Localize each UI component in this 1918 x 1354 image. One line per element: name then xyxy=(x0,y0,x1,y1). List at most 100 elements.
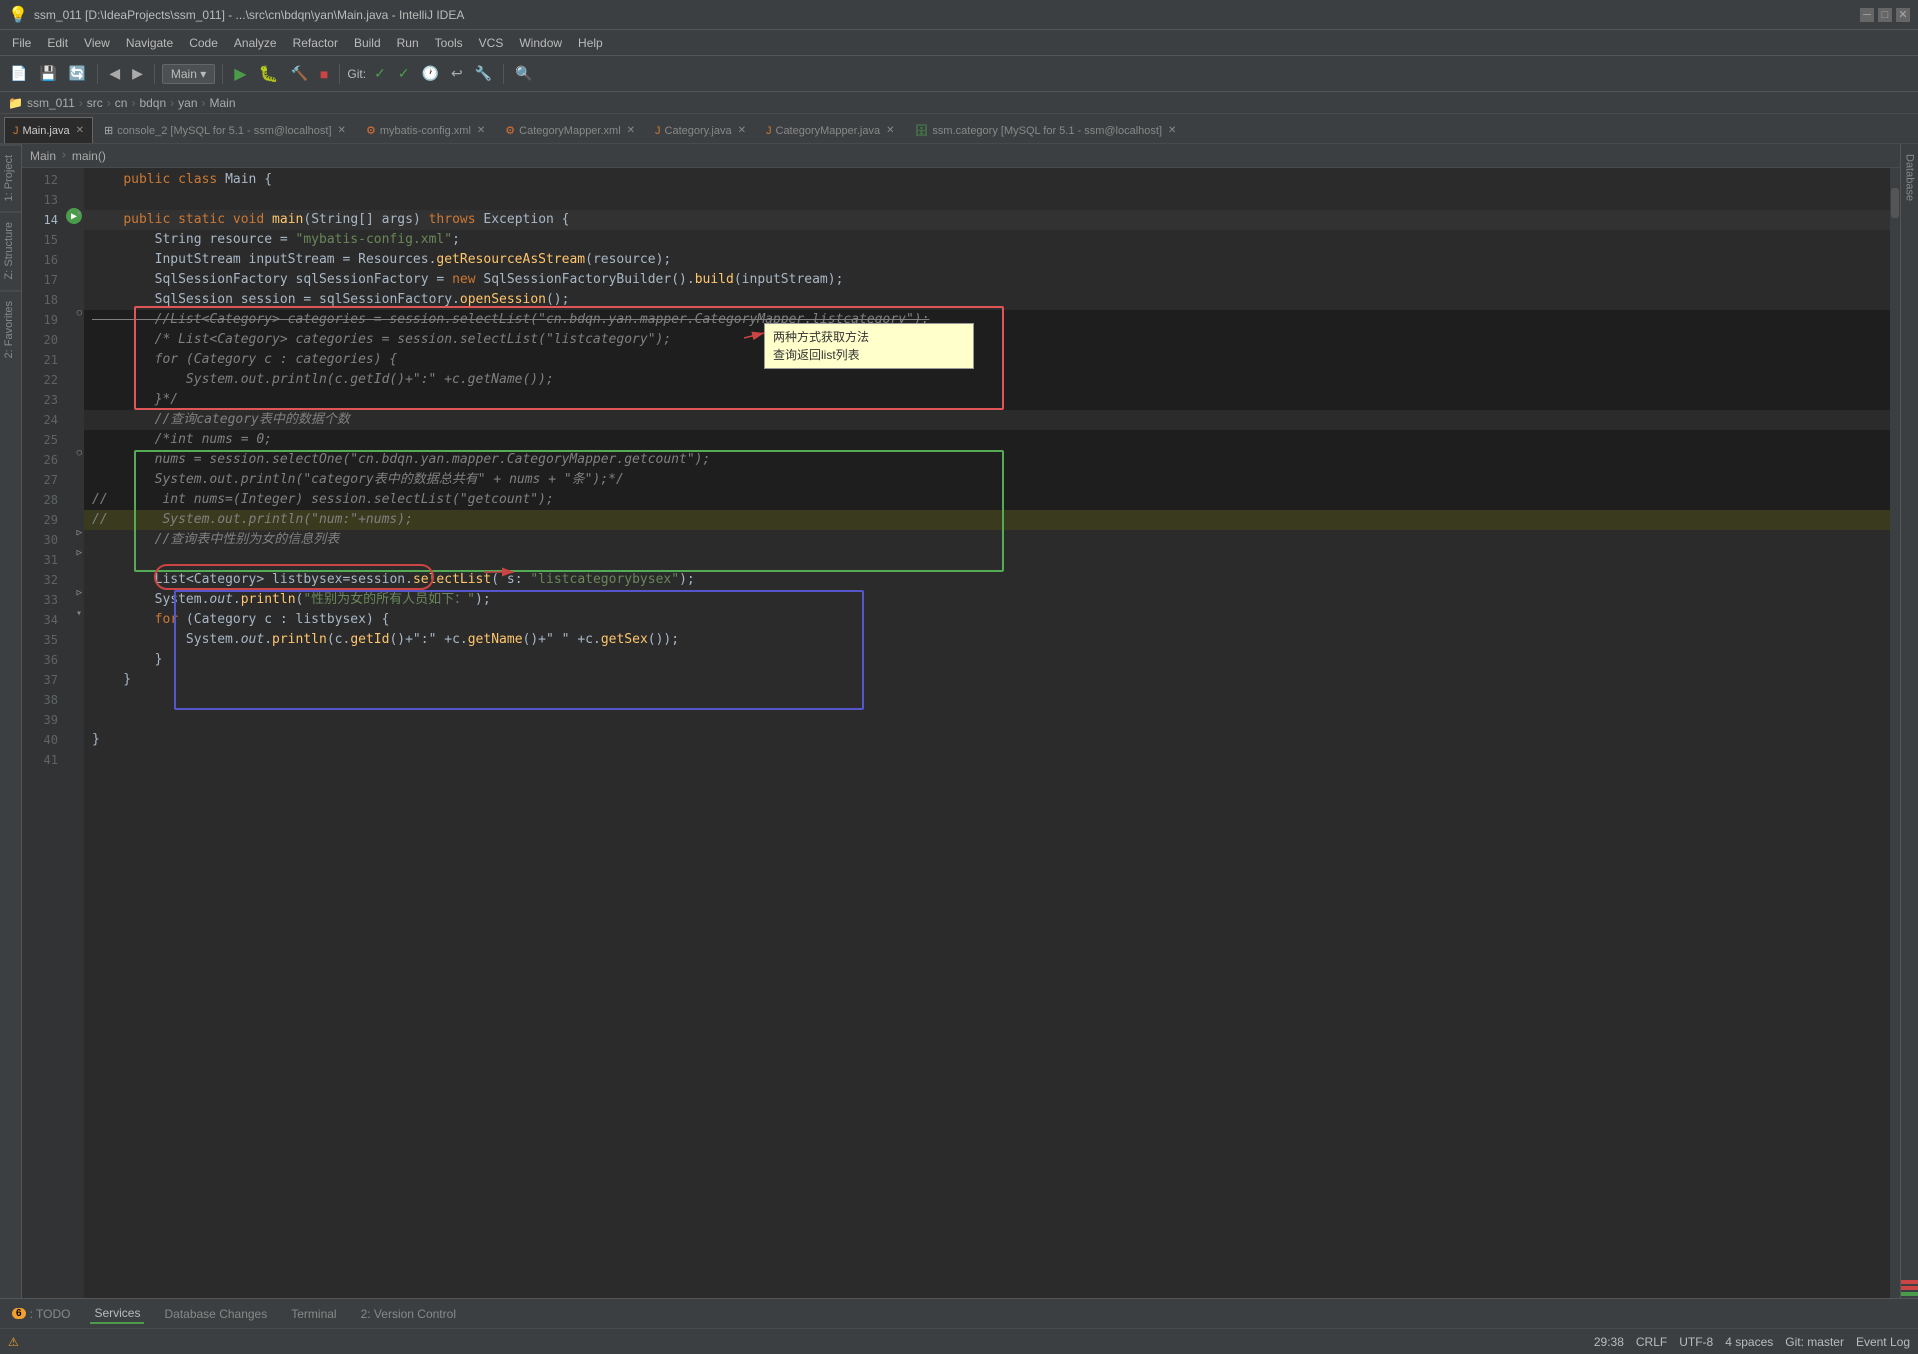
branch-selector[interactable]: Main ▾ xyxy=(162,64,215,84)
collapse-14[interactable]: ▾ xyxy=(76,208,82,219)
ln-39: 39 xyxy=(22,710,58,730)
database-changes-tab[interactable]: Database Changes xyxy=(160,1305,271,1323)
tab-close-category[interactable]: ✕ xyxy=(738,125,746,136)
todo-tab[interactable]: 6 : TODO xyxy=(8,1305,74,1323)
editor-area: Main › main() 12 13 14 15 16 17 18 19 20… xyxy=(22,144,1900,1298)
yan-folder[interactable]: yan xyxy=(178,96,197,110)
close-button[interactable]: ✕ xyxy=(1896,8,1910,22)
main-file[interactable]: Main xyxy=(210,96,236,110)
debug-button[interactable]: 🐛 xyxy=(255,62,283,86)
sync-button[interactable]: 🔄 xyxy=(65,63,90,84)
tab-close-console[interactable]: ✕ xyxy=(338,125,346,136)
line-numbers: 12 13 14 15 16 17 18 19 20 21 22 23 24 2… xyxy=(22,168,64,1298)
menu-build[interactable]: Build xyxy=(346,34,389,52)
bdqn-folder[interactable]: bdqn xyxy=(139,96,166,110)
run-button[interactable]: ▶ xyxy=(230,62,250,86)
tab-category-mapper-xml[interactable]: ⚙ CategoryMapper.xml ✕ xyxy=(496,117,644,143)
tab-ssm-category-db[interactable]: 🗄 ssm.category [MySQL for 5.1 - ssm@loca… xyxy=(905,117,1185,143)
menu-navigate[interactable]: Navigate xyxy=(118,34,181,52)
code-line-37: } xyxy=(84,670,1890,690)
search-button[interactable]: 🔍 xyxy=(511,63,536,84)
code-content[interactable]: public class Main { public static void m… xyxy=(84,168,1890,1298)
tab-close-db[interactable]: ✕ xyxy=(1168,125,1176,136)
todo-badge: 6 xyxy=(12,1308,26,1319)
build-button[interactable]: 🔨 xyxy=(286,63,311,84)
git-check-button[interactable]: ✓ xyxy=(370,63,390,84)
arrow-25: ○ xyxy=(77,448,82,458)
status-branch[interactable]: Git: master xyxy=(1785,1335,1844,1349)
ln-23: 23 xyxy=(22,390,58,410)
menu-tools[interactable]: Tools xyxy=(427,34,471,52)
tab-close-mybatis[interactable]: ✕ xyxy=(477,125,485,136)
cn-folder[interactable]: cn xyxy=(115,96,128,110)
tab-main-java[interactable]: J Main.java ✕ xyxy=(4,117,93,143)
scrollbar-thumb[interactable] xyxy=(1891,188,1899,218)
project-tab[interactable]: 1: Project xyxy=(0,144,21,211)
collapse-37[interactable]: ▾ xyxy=(76,608,82,619)
ln-13: 13 xyxy=(22,190,58,210)
project-name[interactable]: ssm_011 xyxy=(27,96,75,110)
ln-34: 34 xyxy=(22,610,58,630)
breadcrumb-main[interactable]: Main xyxy=(30,149,56,163)
tab-close-mapper-java[interactable]: ✕ xyxy=(886,125,894,136)
favorites-tab[interactable]: 2: Favorites xyxy=(0,290,21,368)
editor-scrollbar[interactable] xyxy=(1890,168,1900,1298)
src-folder[interactable]: src xyxy=(87,96,103,110)
status-charset[interactable]: UTF-8 xyxy=(1679,1335,1713,1349)
status-right: 29:38 CRLF UTF-8 4 spaces Git: master Ev… xyxy=(1594,1335,1910,1349)
ok-indicator xyxy=(1901,1292,1918,1296)
ln-29: 29 xyxy=(22,510,58,530)
new-file-button[interactable]: 📄 xyxy=(6,63,31,84)
tab-console[interactable]: ⊞ console_2 [MySQL for 5.1 - ssm@localho… xyxy=(95,117,355,143)
stop-button[interactable]: ■ xyxy=(316,64,332,84)
arrow-29: ▷ xyxy=(77,528,82,538)
tab-mybatis-config[interactable]: ⚙ mybatis-config.xml ✕ xyxy=(357,117,494,143)
terminal-tab[interactable]: Terminal xyxy=(287,1305,340,1323)
menu-help[interactable]: Help xyxy=(570,34,611,52)
services-tab[interactable]: Services xyxy=(90,1304,144,1324)
status-position[interactable]: 29:38 xyxy=(1594,1335,1624,1349)
tab-category-java[interactable]: J Category.java ✕ xyxy=(646,117,755,143)
git-rollback-button[interactable]: ↩ xyxy=(447,63,467,84)
code-line-28: // int nums=(Integer) session.selectList… xyxy=(84,490,1890,510)
menu-run[interactable]: Run xyxy=(389,34,427,52)
menu-vcs[interactable]: VCS xyxy=(471,34,512,52)
minimize-button[interactable]: ─ xyxy=(1860,8,1874,22)
back-button[interactable]: ◀ xyxy=(105,63,124,84)
ln-22: 22 xyxy=(22,370,58,390)
git-settings-button[interactable]: 🔧 xyxy=(471,63,496,84)
status-indent[interactable]: 4 spaces xyxy=(1725,1335,1773,1349)
code-line-25: /*int nums = 0; xyxy=(84,430,1890,450)
ln-33: 33 xyxy=(22,590,58,610)
code-line-19: //List<Category> categories = session.se… xyxy=(84,310,1890,330)
toolbar-sep-2 xyxy=(154,64,155,84)
tab-category-mapper-java[interactable]: J CategoryMapper.java ✕ xyxy=(757,117,903,143)
git-push-button[interactable]: ✓ xyxy=(394,63,414,84)
version-control-tab[interactable]: 2: Version Control xyxy=(357,1305,460,1323)
database-panel-tab[interactable]: Database xyxy=(1902,144,1918,211)
status-todo[interactable]: ⚠ xyxy=(8,1335,19,1349)
structure-tab[interactable]: Z: Structure xyxy=(0,211,21,289)
menu-code[interactable]: Code xyxy=(181,34,226,52)
tab-close-main[interactable]: ✕ xyxy=(76,125,84,136)
save-button[interactable]: 💾 xyxy=(35,63,60,84)
tab-close-mapper-xml[interactable]: ✕ xyxy=(627,125,635,136)
menu-analyze[interactable]: Analyze xyxy=(226,34,285,52)
menu-file[interactable]: File xyxy=(4,34,39,52)
menu-view[interactable]: View xyxy=(76,34,118,52)
menu-refactor[interactable]: Refactor xyxy=(285,34,346,52)
forward-button[interactable]: ▶ xyxy=(128,63,147,84)
ln-17: 17 xyxy=(22,270,58,290)
db-changes-label: Database Changes xyxy=(164,1307,267,1321)
breadcrumb-method[interactable]: main() xyxy=(72,149,106,163)
status-crlf[interactable]: CRLF xyxy=(1636,1335,1667,1349)
maximize-button[interactable]: □ xyxy=(1878,8,1892,22)
menu-window[interactable]: Window xyxy=(511,34,570,52)
event-log[interactable]: Event Log xyxy=(1856,1335,1910,1349)
code-line-20: /* List<Category> categories = session.s… xyxy=(84,330,1890,350)
ln-26: 26 xyxy=(22,450,58,470)
menu-edit[interactable]: Edit xyxy=(39,34,76,52)
git-history-button[interactable]: 🕐 xyxy=(418,63,443,84)
code-line-31 xyxy=(84,550,1890,570)
java-icon-category: J xyxy=(655,125,661,137)
